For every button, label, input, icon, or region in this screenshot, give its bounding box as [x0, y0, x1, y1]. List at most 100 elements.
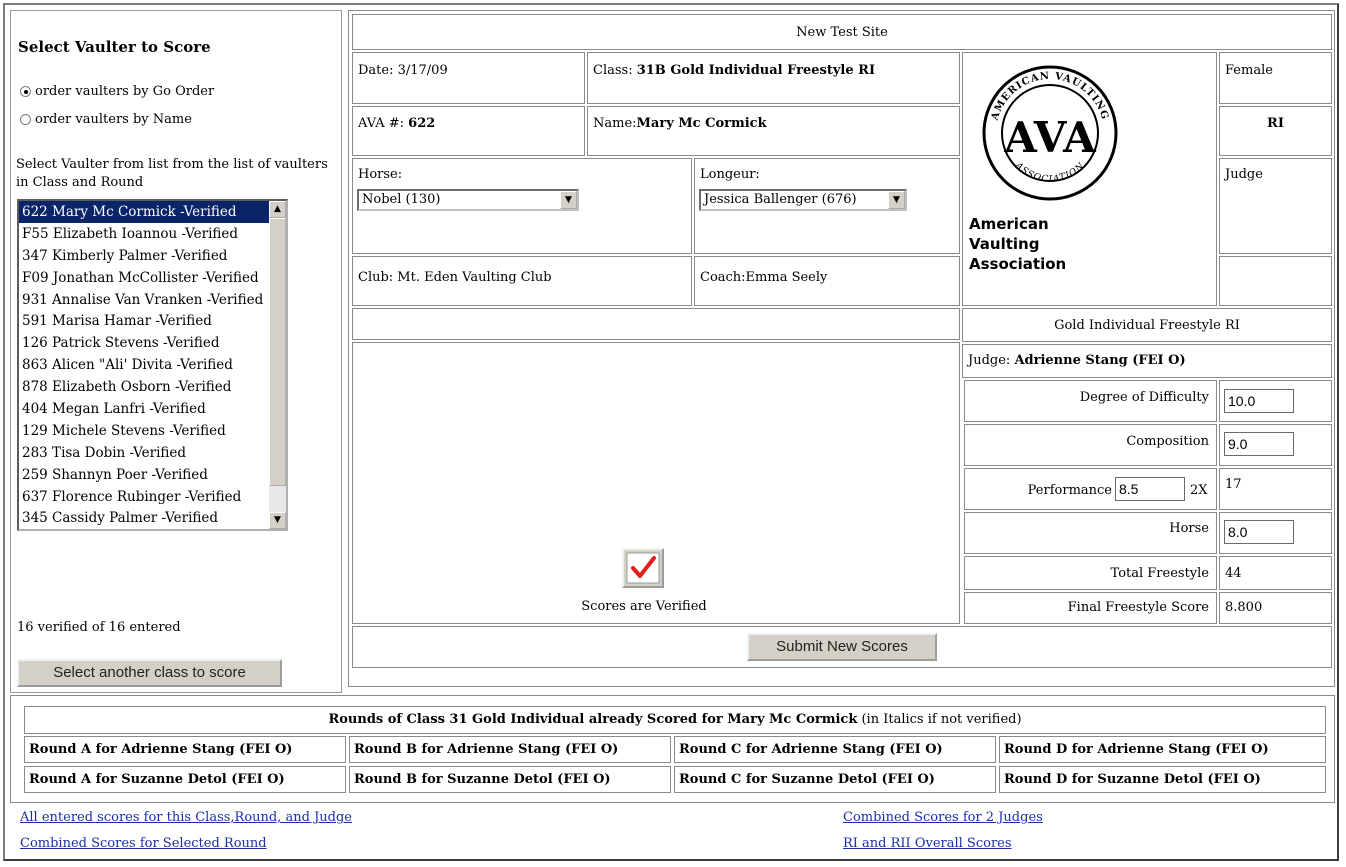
order-by-go-option[interactable]: order vaulters by Go Order: [20, 84, 214, 99]
order-by-name-option[interactable]: order vaulters by Name: [20, 112, 192, 127]
ava-value: 622: [408, 116, 436, 131]
judge-cell: Judge: [1219, 158, 1332, 254]
name-cell: Name:Mary Mc Cormick: [587, 106, 960, 156]
verify-button[interactable]: [622, 548, 664, 588]
coach-text: Coach:Emma Seely: [700, 270, 828, 285]
chevron-down-icon[interactable]: ▼: [560, 191, 577, 209]
vaulter-list-item[interactable]: 622 Mary Mc Cormick -Verified: [19, 201, 269, 223]
vaulter-list-item[interactable]: 591 Marisa Hamar -Verified: [19, 310, 269, 332]
listbox-scrollbar[interactable]: ▲ ▼: [269, 201, 286, 529]
radio-checked-icon[interactable]: [20, 86, 31, 97]
coach-cell: Coach:Emma Seely: [694, 256, 960, 306]
judge-name-cell: Judge: Adrienne Stang (FEI O): [962, 344, 1332, 378]
vaulter-list-item[interactable]: 637 Florence Rubinger -Verified: [19, 486, 269, 508]
logo-text-bottom: ASSOCIATION: [1012, 160, 1086, 185]
overall-scores-link[interactable]: RI and RII Overall Scores: [843, 836, 1012, 851]
round-c-detol[interactable]: Round C for Suzanne Detol (FEI O): [674, 766, 996, 793]
rounds-header-note: (in Italics if not verified): [857, 712, 1022, 727]
longeur-label: Longeur:: [700, 167, 760, 182]
vaulter-list-item[interactable]: F55 Elizabeth Ioannou -Verified: [19, 223, 269, 245]
difficulty-input[interactable]: 10.0: [1224, 389, 1294, 413]
club-cell: Club: Mt. Eden Vaulting Club: [352, 256, 692, 306]
total-value: 44: [1225, 566, 1242, 581]
final-value-cell: 8.800: [1219, 592, 1332, 624]
org-line-2: Vaulting: [969, 235, 1040, 253]
scroll-down-icon[interactable]: ▼: [269, 512, 286, 529]
round-c-stang[interactable]: Round C for Adrienne Stang (FEI O): [674, 736, 996, 763]
horse-select-value: Nobel (130): [362, 192, 441, 207]
vaulter-list-item[interactable]: 126 Patrick Stevens -Verified: [19, 332, 269, 354]
gender-cell: Female: [1219, 52, 1332, 104]
org-name: American Vaulting Association: [969, 214, 1066, 274]
submit-scores-button[interactable]: Submit New Scores: [747, 633, 937, 661]
rounds-header-title: Rounds of Class 31 Gold Individual alrea…: [328, 712, 858, 727]
ava-logo-icon: AMERICAN VAULTING ASSOCIATION AVA: [982, 65, 1118, 201]
total-value-cell: 44: [1219, 556, 1332, 590]
verified-status: Scores are Verified: [581, 599, 707, 614]
svg-text:ASSOCIATION: ASSOCIATION: [1012, 160, 1087, 185]
vaulter-list-item[interactable]: 259 Shannyn Poer -Verified: [19, 464, 269, 486]
vaulter-list-item[interactable]: 347 Kimberly Palmer -Verified: [19, 245, 269, 267]
ava-cell: AVA #: 622: [352, 106, 585, 156]
performance-label: Performance: [1027, 483, 1112, 498]
vaulter-list-item[interactable]: 931 Annalise Van Vranken -Verified: [19, 289, 269, 311]
class-value: 31B Gold Individual Freestyle RI: [636, 63, 876, 78]
horse-score-input[interactable]: 8.0: [1224, 520, 1294, 544]
vaulter-list-item[interactable]: 404 Megan Lanfri -Verified: [19, 398, 269, 420]
class-cell: Class: 31B Gold Individual Freestyle RI: [587, 52, 960, 104]
horse-label: Horse:: [358, 167, 403, 182]
final-label: Final Freestyle Score: [1067, 600, 1209, 615]
vaulter-list-item[interactable]: 283 Tisa Dobin -Verified: [19, 442, 269, 464]
round-d-detol[interactable]: Round D for Suzanne Detol (FEI O): [999, 766, 1326, 793]
panel-title: Select Vaulter to Score: [18, 38, 211, 56]
site-name: New Test Site: [352, 14, 1332, 50]
ava-label: AVA #:: [358, 116, 409, 131]
date-cell: Date: 3/17/09: [352, 52, 585, 104]
round-a-detol[interactable]: Round A for Suzanne Detol (FEI O): [24, 766, 346, 793]
scroll-up-icon[interactable]: ▲: [269, 201, 286, 218]
combined-judges-link[interactable]: Combined Scores for 2 Judges: [843, 810, 1043, 825]
name-value: Mary Mc Cormick: [636, 116, 767, 131]
round-b-stang[interactable]: Round B for Adrienne Stang (FEI O): [349, 736, 671, 763]
radio-unchecked-icon[interactable]: [20, 114, 31, 125]
logo-letters: AVA: [1003, 113, 1097, 162]
order-by-name-label: order vaulters by Name: [35, 112, 192, 127]
class-name-cell: Gold Individual Freestyle RI: [962, 308, 1332, 342]
vaulter-listbox[interactable]: 622 Mary Mc Cormick -Verified F55 Elizabe…: [17, 199, 288, 531]
club-text: Club: Mt. Eden Vaulting Club: [358, 270, 552, 285]
horse-score-label: Horse: [1169, 521, 1209, 536]
vaulter-list-item[interactable]: 863 Alicen "Ali' Divita -Verified: [19, 354, 269, 376]
level-cell: RI: [1219, 106, 1332, 156]
vaulter-list-item[interactable]: 345 Cassidy Palmer -Verified: [19, 507, 269, 529]
scroll-thumb[interactable]: [269, 218, 286, 486]
performance-multiplier: 2X: [1190, 483, 1208, 498]
horse-select[interactable]: Nobel (130) ▼: [357, 189, 579, 211]
vaulter-list-item[interactable]: F09 Jonathan McCollister -Verified: [19, 267, 269, 289]
gender-value: Female: [1225, 63, 1273, 78]
judge-prefix: Judge:: [968, 353, 1015, 368]
class-label: Class:: [593, 63, 637, 78]
empty-cell: [1219, 256, 1332, 306]
vaulter-list-item[interactable]: 878 Elizabeth Osborn -Verified: [19, 376, 269, 398]
round-a-stang[interactable]: Round A for Adrienne Stang (FEI O): [24, 736, 346, 763]
level-value: RI: [1267, 116, 1284, 131]
verified-count: 16 verified of 16 entered: [17, 620, 181, 635]
round-b-detol[interactable]: Round B for Suzanne Detol (FEI O): [349, 766, 671, 793]
all-scores-link[interactable]: All entered scores for this Class,Round,…: [20, 810, 352, 825]
round-d-stang[interactable]: Round D for Adrienne Stang (FEI O): [999, 736, 1326, 763]
judge-label: Judge: [1225, 167, 1263, 182]
longeur-select[interactable]: Jessica Ballenger (676) ▼: [699, 189, 907, 211]
performance-input[interactable]: 8.5: [1115, 477, 1185, 501]
composition-input[interactable]: 9.0: [1224, 432, 1294, 456]
date-label: Date: 3/17/09: [358, 63, 448, 78]
performance-total: 17: [1225, 477, 1242, 492]
composition-label: Composition: [1126, 434, 1209, 449]
combined-round-link[interactable]: Combined Scores for Selected Round: [20, 836, 267, 851]
chevron-down-icon[interactable]: ▼: [888, 191, 905, 209]
checkmark-icon: [626, 552, 660, 584]
vaulter-list: 622 Mary Mc Cormick -Verified F55 Elizabe…: [19, 201, 269, 529]
org-line-3: Association: [969, 255, 1067, 273]
difficulty-label: Degree of Difficulty: [1079, 390, 1209, 405]
select-class-button[interactable]: Select another class to score: [17, 659, 282, 687]
vaulter-list-item[interactable]: 129 Michele Stevens -Verified: [19, 420, 269, 442]
